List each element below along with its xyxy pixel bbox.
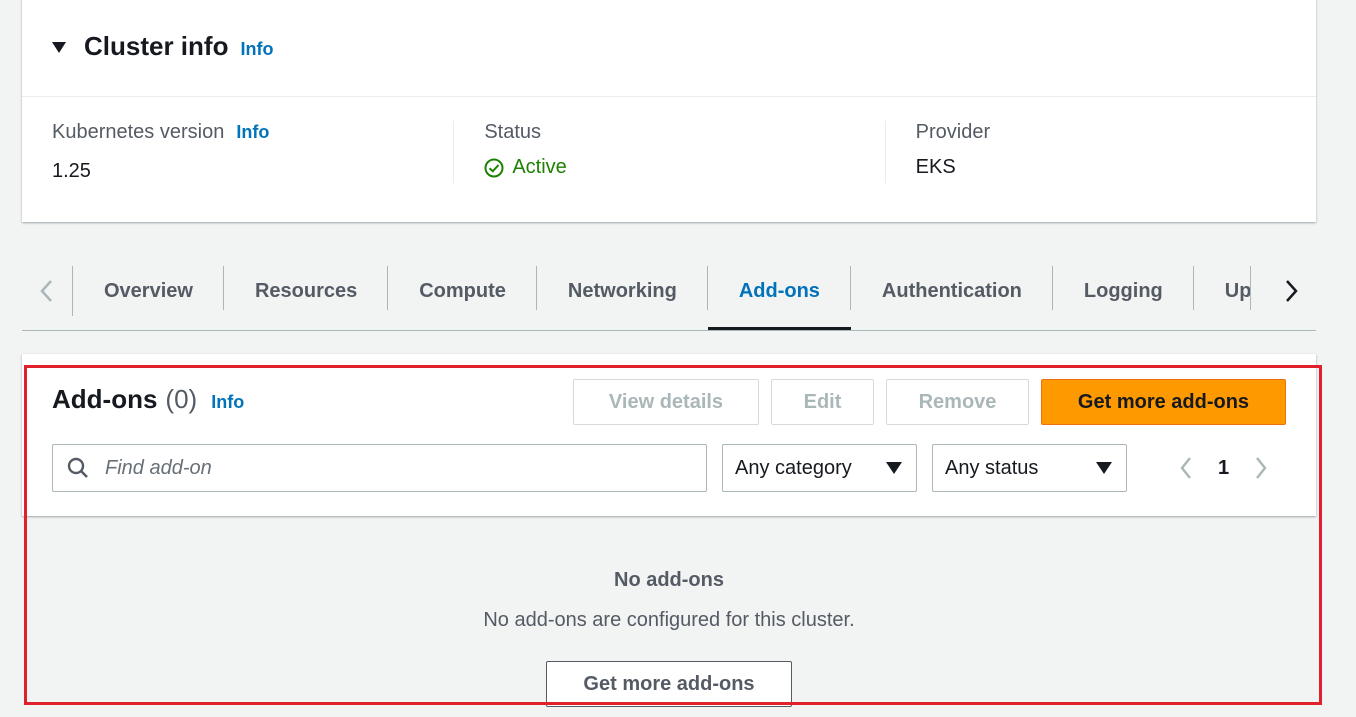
cluster-tabs: Overview Resources Compute Networking Ad…: [22, 252, 1316, 331]
chevron-left-icon: [1180, 457, 1191, 479]
tab-compute[interactable]: Compute: [388, 252, 537, 330]
status-label: Status: [484, 121, 542, 143]
pagination: 1: [1176, 450, 1271, 486]
category-select-value: Any category: [735, 456, 852, 479]
add-ons-count: (0): [165, 384, 198, 414]
tabs-scroll-right-button[interactable]: [1266, 252, 1316, 330]
tab-overview[interactable]: Overview: [73, 252, 224, 330]
status-column: Status Active: [453, 121, 884, 183]
status-value: Active: [512, 156, 567, 178]
tab-authentication[interactable]: Authentication: [851, 252, 1053, 330]
empty-state-get-more-add-ons-button[interactable]: Get more add-ons: [546, 661, 792, 707]
kubernetes-version-column: Kubernetes version Info 1.25: [22, 121, 453, 183]
search-box[interactable]: [52, 444, 707, 492]
cluster-info-info-link[interactable]: Info: [240, 39, 273, 60]
previous-page-button[interactable]: [1176, 454, 1196, 482]
tabs-scroll-left-button[interactable]: [22, 252, 72, 330]
cluster-info-panel: Cluster info Info Kubernetes version Inf…: [22, 0, 1316, 222]
caret-down-icon: [1096, 462, 1112, 474]
get-more-add-ons-button[interactable]: Get more add-ons: [1041, 379, 1286, 425]
add-ons-header: Add-ons (0) Info: [52, 384, 244, 415]
view-details-button[interactable]: View details: [573, 379, 759, 425]
remove-button[interactable]: Remove: [886, 379, 1029, 425]
tab-upgrade-insights[interactable]: Up: [1194, 252, 1251, 330]
add-ons-title: Add-ons: [52, 384, 158, 414]
tab-logging[interactable]: Logging: [1053, 252, 1194, 330]
cluster-info-title: Cluster info: [84, 30, 229, 61]
chevron-right-icon: [1256, 457, 1267, 479]
page-number[interactable]: 1: [1218, 457, 1229, 480]
cluster-info-header[interactable]: Cluster info Info: [22, 0, 1316, 97]
provider-value: EKS: [915, 156, 956, 178]
tab-add-ons[interactable]: Add-ons: [707, 252, 852, 330]
status-select-value: Any status: [945, 456, 1039, 479]
tab-networking[interactable]: Networking: [537, 252, 708, 330]
empty-state-title: No add-ons: [614, 569, 724, 591]
caret-down-icon[interactable]: [52, 41, 66, 53]
tab-list: Overview Resources Compute Networking Ad…: [72, 252, 1266, 330]
add-ons-panel: Add-ons (0) Info View details Edit Remov…: [22, 354, 1316, 516]
next-page-button[interactable]: [1251, 454, 1271, 482]
chevron-left-icon: [40, 280, 52, 302]
status-value-row: Active: [484, 156, 884, 179]
edit-button[interactable]: Edit: [771, 379, 874, 425]
kubernetes-version-label: Kubernetes version: [52, 121, 225, 143]
kubernetes-version-info-link[interactable]: Info: [236, 122, 269, 143]
search-icon: [67, 457, 88, 478]
tab-resources[interactable]: Resources: [224, 252, 389, 330]
status-select[interactable]: Any status: [932, 444, 1127, 492]
caret-down-icon: [886, 462, 902, 474]
add-ons-info-link[interactable]: Info: [211, 392, 244, 413]
category-select[interactable]: Any category: [722, 444, 917, 492]
empty-state-description: No add-ons are configured for this clust…: [483, 609, 855, 631]
kubernetes-version-value: 1.25: [52, 160, 91, 182]
kubernetes-version-label-row: Kubernetes version Info: [52, 121, 453, 144]
cluster-info-columns: Kubernetes version Info 1.25 Status Acti…: [22, 97, 1316, 183]
chevron-right-icon: [1286, 280, 1298, 302]
provider-column: Provider EKS: [884, 121, 1316, 183]
search-input[interactable]: [103, 455, 667, 481]
check-circle-icon: [484, 158, 504, 177]
provider-label: Provider: [915, 121, 991, 143]
empty-state: No add-ons No add-ons are configured for…: [22, 516, 1316, 632]
